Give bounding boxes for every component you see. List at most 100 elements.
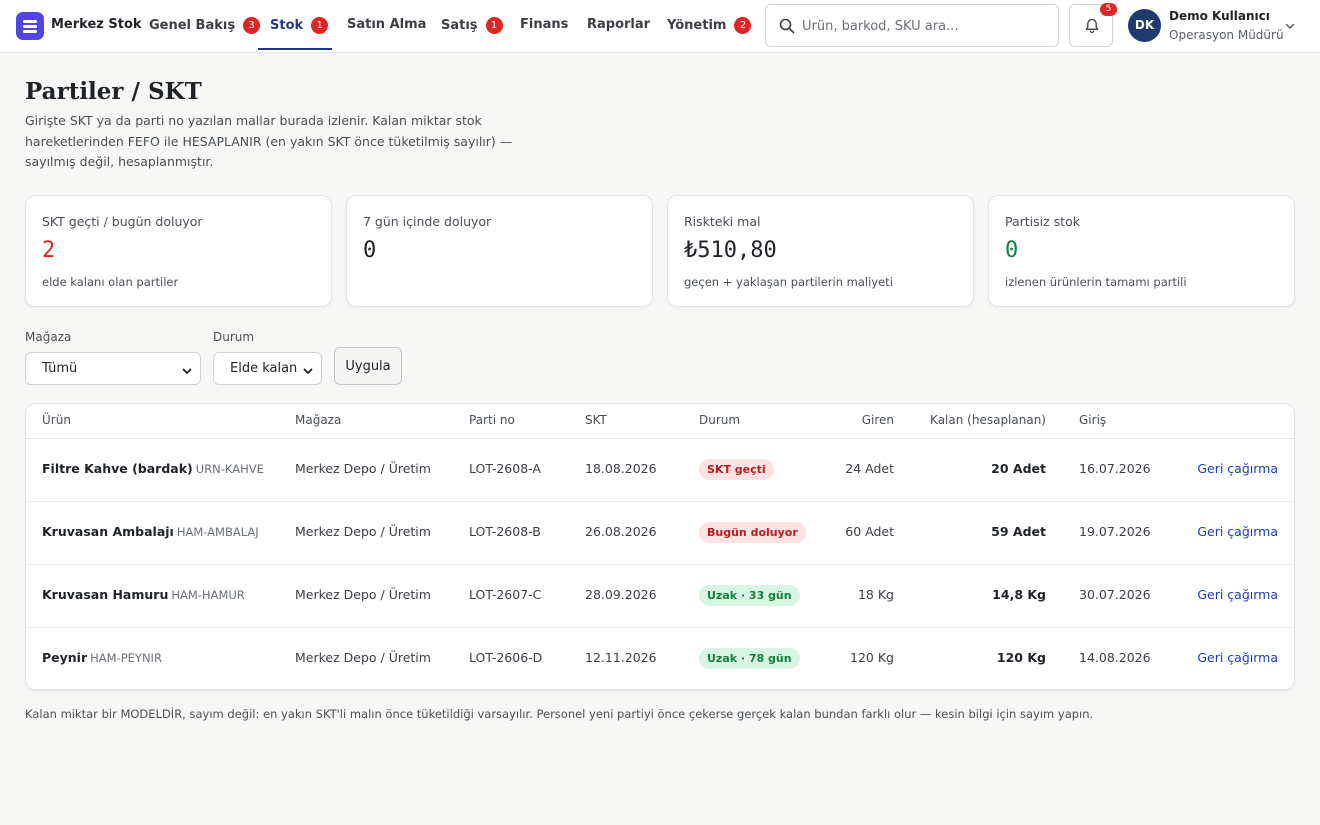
store-select[interactable]: Tümü	[25, 352, 201, 385]
table-row[interactable]: Filtre Kahve (bardak) URN-KAHVE Merkez De…	[26, 439, 1294, 502]
user-role: Operasyon Müdürü	[1169, 28, 1284, 42]
page-description: Girişte SKT ya da parti no yazılan malla…	[25, 113, 513, 169]
status-badge: Uzak · 78 gün	[699, 648, 800, 669]
nav-badge: 3	[243, 17, 261, 34]
remaining-quantity-cell: 59 Adet	[991, 524, 1046, 539]
product-name: Filtre Kahve (bardak)	[42, 461, 193, 476]
card-value: 2	[42, 238, 56, 263]
in-quantity-cell: 120 Kg	[850, 650, 894, 665]
nav-item-stok[interactable]: Stok 1	[270, 17, 329, 34]
remaining-quantity-cell: 14,8 Kg	[992, 587, 1046, 602]
lot-cell: LOT-2606-D	[469, 650, 543, 665]
chevron-down-icon	[303, 368, 313, 374]
card-expiring-7-days: 7 gün içinde doluyor 0	[346, 195, 653, 307]
bell-icon	[1085, 18, 1099, 34]
column-header-remaining[interactable]: Kalan (hesaplanan)	[930, 413, 1046, 427]
column-header-product[interactable]: Ürün	[42, 413, 71, 427]
entry-date-cell: 14.08.2026	[1079, 650, 1151, 665]
card-expired-today: SKT geçti / bugün doluyor 2 elde kalanı …	[25, 195, 332, 307]
entry-date-cell: 19.07.2026	[1079, 524, 1151, 539]
product-cell: Kruvasan Ambalajı HAM-AMBALAJ	[42, 524, 259, 539]
skt-cell: 26.08.2026	[585, 524, 657, 539]
store-cell: Merkez Depo / Üretim	[295, 461, 431, 476]
nav-item-satin-alma[interactable]: Satın Alma	[347, 17, 426, 32]
column-header-in[interactable]: Giren	[862, 413, 894, 427]
apply-button[interactable]: Uygula	[334, 347, 402, 385]
nav-badge: 1	[311, 17, 329, 34]
status-filter-label: Durum	[213, 330, 255, 344]
nav-badge: 1	[485, 17, 503, 34]
store-cell: Merkez Depo / Üretim	[295, 650, 431, 665]
app-name[interactable]: Merkez Stok	[51, 17, 142, 32]
entry-date-cell: 16.07.2026	[1079, 461, 1151, 476]
store-filter-label: Mağaza	[25, 330, 72, 344]
column-header-entry[interactable]: Giriş	[1079, 413, 1106, 427]
product-name: Kruvasan Ambalajı	[42, 524, 174, 539]
status-badge: Uzak · 33 gün	[699, 585, 800, 606]
page-title: Partiler / SKT	[25, 78, 202, 105]
top-bar: Merkez Stok Genel Bakış 3 Stok 1 Satın Alm…	[0, 0, 1320, 53]
skt-cell: 28.09.2026	[585, 587, 657, 602]
search-icon	[779, 18, 795, 34]
status-select-value: Elde kalan	[230, 361, 298, 376]
in-quantity-cell: 24 Adet	[845, 461, 894, 476]
recall-link[interactable]: Geri çağırma	[1197, 650, 1278, 665]
user-name[interactable]: Demo Kullanıcı	[1169, 9, 1270, 23]
column-header-lot[interactable]: Parti no	[469, 413, 515, 427]
nav-item-label: Stok	[270, 18, 304, 33]
card-subtext: elde kalanı olan partiler	[42, 275, 179, 289]
nav-item-raporlar[interactable]: Raporlar	[587, 17, 650, 32]
nav-item-label: Finans	[520, 17, 569, 32]
nav-badge: 2	[734, 17, 752, 34]
nav-item-genel-bakis[interactable]: Genel Bakış 3	[149, 17, 261, 34]
card-label: 7 gün içinde doluyor	[363, 214, 492, 229]
store-select-value: Tümü	[42, 361, 78, 376]
card-unbatched-stock: Partisiz stok 0 izlenen ürünlerin tamamı…	[988, 195, 1295, 307]
notification-count-badge: 5	[1100, 3, 1117, 16]
nav-item-label: Genel Bakış	[149, 18, 236, 33]
table-row[interactable]: Kruvasan Ambalajı HAM-AMBALAJ Merkez Depo…	[26, 502, 1294, 565]
recall-link[interactable]: Geri çağırma	[1197, 461, 1278, 476]
card-goods-at-risk: Riskteki mal ₺510,80 geçen + yaklaşan pa…	[667, 195, 974, 307]
column-header-status[interactable]: Durum	[699, 413, 740, 427]
status-select[interactable]: Elde kalan	[213, 352, 322, 385]
avatar[interactable]: DK	[1128, 9, 1161, 42]
product-sku: URN-KAHVE	[195, 462, 264, 476]
remaining-quantity-cell: 120 Kg	[996, 650, 1046, 665]
card-label: Riskteki mal	[684, 214, 761, 229]
search-box	[765, 4, 1059, 47]
nav-item-label: Raporlar	[587, 17, 651, 32]
table-footnote: Kalan miktar bir MODELDİR, sayım değil: …	[25, 707, 1094, 721]
nav-item-yonetim[interactable]: Yönetim 2	[667, 17, 752, 34]
skt-cell: 12.11.2026	[585, 650, 657, 665]
nav-item-satis[interactable]: Satış 1	[441, 17, 503, 34]
store-cell: Merkez Depo / Üretim	[295, 524, 431, 539]
column-header-store[interactable]: Mağaza	[295, 413, 341, 427]
recall-link[interactable]: Geri çağırma	[1197, 587, 1278, 602]
product-cell: Kruvasan Hamuru HAM-HAMUR	[42, 587, 245, 602]
column-header-skt[interactable]: SKT	[585, 413, 607, 427]
skt-cell: 18.08.2026	[585, 461, 657, 476]
product-sku: HAM-PEYNIR	[90, 651, 162, 665]
chevron-down-icon[interactable]	[1284, 20, 1296, 32]
app-logo-icon[interactable]	[16, 12, 44, 40]
card-value: 0	[363, 238, 377, 263]
lot-cell: LOT-2608-A	[469, 461, 541, 476]
nav-item-label: Satın Alma	[347, 17, 427, 32]
card-label: SKT geçti / bugün doluyor	[42, 214, 203, 229]
remaining-quantity-cell: 20 Adet	[991, 461, 1046, 476]
product-cell: Filtre Kahve (bardak) URN-KAHVE	[42, 461, 264, 476]
product-sku: HAM-AMBALAJ	[176, 525, 259, 539]
table-row[interactable]: Peynir HAM-PEYNIR Merkez Depo / Üretim LO…	[26, 628, 1294, 689]
product-name: Peynir	[42, 650, 88, 665]
store-cell: Merkez Depo / Üretim	[295, 587, 431, 602]
product-sku: HAM-HAMUR	[171, 588, 245, 602]
table-row[interactable]: Kruvasan Hamuru HAM-HAMUR Merkez Depo / Ü…	[26, 565, 1294, 628]
card-value: 0	[1005, 238, 1019, 263]
search-input[interactable]	[802, 15, 1047, 37]
recall-link[interactable]: Geri çağırma	[1197, 524, 1278, 539]
batches-table: Ürün Mağaza Parti no SKT Durum Giren Kal…	[25, 403, 1295, 690]
nav-item-finans[interactable]: Finans	[520, 17, 568, 32]
active-tab-indicator	[258, 48, 332, 50]
product-name: Kruvasan Hamuru	[42, 587, 169, 602]
